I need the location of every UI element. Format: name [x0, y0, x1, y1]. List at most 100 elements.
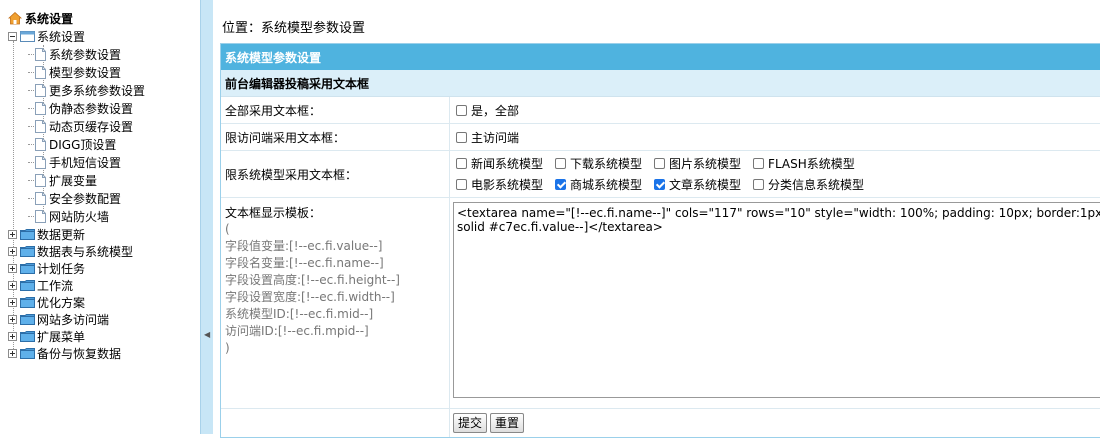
- checkbox-box[interactable]: [456, 179, 467, 190]
- checkbox-box-checked[interactable]: [555, 179, 567, 190]
- model-checkbox-info[interactable]: 分类信息系统模型: [753, 176, 864, 193]
- page-icon: [35, 191, 46, 205]
- sidebar-group-0[interactable]: 数据更新: [8, 225, 85, 243]
- template-help-0: (: [225, 222, 230, 236]
- tree-root[interactable]: 系统设置: [8, 10, 73, 26]
- checkbox-box[interactable]: [654, 158, 666, 169]
- breadcrumb: 位置：系统模型参数设置: [222, 21, 366, 36]
- model-checkbox-news[interactable]: 新闻系统模型: [456, 155, 543, 172]
- model-checkbox-photo[interactable]: 图片系统模型: [654, 155, 741, 172]
- expand-icon[interactable]: [8, 229, 17, 239]
- model-option-label: 文章系统模型: [669, 178, 742, 192]
- sidebar-item-8[interactable]: 安全参数配置: [28, 189, 121, 207]
- expand-icon[interactable]: [8, 280, 17, 290]
- template-help-3: 字段设置高度:[!--ec.fi.height--]: [225, 273, 400, 287]
- row-template-label: 文本框显示模板：: [225, 206, 322, 220]
- sidebar-item-5[interactable]: DIGG顶设置: [28, 135, 116, 153]
- expand-icon[interactable]: [8, 246, 17, 256]
- sidebar-group-7[interactable]: 备份与恢复数据: [8, 344, 121, 362]
- sidebar-group-6[interactable]: 扩展菜单: [8, 327, 85, 345]
- sidebar-splitter[interactable]: ◀: [200, 0, 213, 434]
- checkbox-box[interactable]: [456, 131, 467, 143]
- folder-icon: [20, 296, 35, 308]
- folder-icon: [20, 330, 35, 342]
- sidebar-item-0[interactable]: 系统参数设置: [28, 45, 121, 63]
- sidebar-item-1[interactable]: 模型参数设置: [28, 63, 121, 81]
- sidebar-group-1[interactable]: 数据表与系统模型: [8, 242, 133, 260]
- sidebar-group-3[interactable]: 工作流: [8, 276, 73, 294]
- row-all: 全部采用文本框： 是，全部: [221, 97, 1100, 124]
- sidebar-group-label: 工作流: [37, 278, 74, 293]
- checkbox-box[interactable]: [753, 158, 765, 169]
- template-textarea[interactable]: <textarea name="[!--ec.fi.name--]" cols=…: [453, 202, 1100, 398]
- checkbox-box[interactable]: [456, 104, 467, 116]
- tree-group-system[interactable]: 系统设置: [8, 27, 85, 45]
- page-icon: [35, 47, 46, 61]
- sidebar-item-label: 网站防火墙: [49, 209, 110, 224]
- expand-icon[interactable]: [8, 263, 17, 273]
- folder-icon: [20, 347, 35, 359]
- checkbox-box[interactable]: [456, 158, 467, 169]
- model-option-label: 电影系统模型: [471, 178, 544, 192]
- sidebar-item-label: DIGG顶设置: [49, 137, 117, 152]
- row-models-label: 限系统模型采用文本框：: [221, 151, 450, 197]
- row-template-label-cell: 文本框显示模板： ( 字段值变量:[!--ec.fi.value--] 字段名变…: [221, 198, 450, 408]
- row-actions-spacer: [221, 409, 450, 437]
- sidebar-item-label: 伪静态参数设置: [49, 101, 134, 116]
- model-checkbox-shop[interactable]: 商城系统模型: [555, 176, 642, 193]
- page-icon: [35, 65, 46, 79]
- sidebar-item-9[interactable]: 网站防火墙: [28, 207, 109, 225]
- checkbox-box[interactable]: [555, 158, 567, 169]
- expand-icon[interactable]: [8, 348, 17, 358]
- submit-button[interactable]: 提交: [453, 413, 488, 433]
- sidebar-group-label: 优化方案: [37, 295, 86, 310]
- expand-icon[interactable]: [8, 331, 17, 341]
- model-option-label: 新闻系统模型: [471, 157, 544, 171]
- sidebar-group-4[interactable]: 优化方案: [8, 293, 85, 311]
- settings-panel: 系统模型参数设置 前台编辑器投稿采用文本框 全部采用文本框： 是，全部 限访问端…: [220, 43, 1100, 438]
- model-option-label: FLASH系统模型: [768, 157, 855, 171]
- sidebar-item-2[interactable]: 更多系统参数设置: [28, 81, 145, 99]
- collapse-icon[interactable]: [8, 31, 17, 41]
- template-help-5: 系统模型ID:[!--ec.fi.mid--]: [225, 307, 374, 321]
- model-checkbox-article[interactable]: 文章系统模型: [654, 176, 741, 193]
- row-client-label: 限访问端采用文本框：: [221, 124, 450, 150]
- window-icon: [20, 30, 35, 42]
- sidebar-item-6[interactable]: 手机短信设置: [28, 153, 121, 171]
- template-help-4: 字段设置宽度:[!--ec.fi.width--]: [225, 290, 395, 304]
- page-icon: [35, 119, 46, 133]
- sidebar-group-label: 数据表与系统模型: [37, 244, 134, 259]
- model-option-label: 下载系统模型: [570, 157, 643, 171]
- expand-icon[interactable]: [8, 314, 17, 324]
- sidebar-item-3[interactable]: 伪静态参数设置: [28, 99, 133, 117]
- page-icon: [35, 83, 46, 97]
- sidebar-item-label: 安全参数配置: [49, 191, 122, 206]
- page-icon: [35, 209, 46, 223]
- row-template: 文本框显示模板： ( 字段值变量:[!--ec.fi.value--] 字段名变…: [221, 198, 1100, 409]
- folder-icon: [20, 279, 35, 291]
- folder-icon: [20, 262, 35, 274]
- model-option-label: 图片系统模型: [669, 157, 742, 171]
- sidebar-group-label: 网站多访问端: [37, 312, 110, 327]
- page-icon: [35, 137, 46, 151]
- checkbox-box-checked[interactable]: [654, 179, 666, 190]
- all-checkbox[interactable]: 是，全部: [456, 102, 519, 119]
- collapse-arrow-icon[interactable]: ◀: [204, 330, 210, 339]
- panel-title: 系统模型参数设置: [221, 44, 1100, 70]
- expand-icon[interactable]: [8, 297, 17, 307]
- sidebar-item-label: 动态页缓存设置: [49, 119, 134, 134]
- page-icon: [35, 101, 46, 115]
- client-checkbox[interactable]: 主访问端: [456, 129, 519, 146]
- sidebar-group-5[interactable]: 网站多访问端: [8, 310, 109, 328]
- model-checkbox-download[interactable]: 下载系统模型: [555, 155, 642, 172]
- sidebar-item-label: 系统参数设置: [49, 47, 122, 62]
- tree-root-label: 系统设置: [25, 11, 74, 26]
- sidebar-item-4[interactable]: 动态页缓存设置: [28, 117, 133, 135]
- checkbox-box[interactable]: [753, 179, 765, 190]
- sidebar-group-2[interactable]: 计划任务: [8, 259, 85, 277]
- reset-button[interactable]: 重置: [490, 413, 525, 433]
- model-checkbox-flash[interactable]: FLASH系统模型: [753, 155, 855, 172]
- main-content: 位置：系统模型参数设置 系统模型参数设置 前台编辑器投稿采用文本框 全部采用文本…: [213, 0, 1100, 438]
- model-checkbox-movie[interactable]: 电影系统模型: [456, 176, 543, 193]
- sidebar-item-7[interactable]: 扩展变量: [28, 171, 97, 189]
